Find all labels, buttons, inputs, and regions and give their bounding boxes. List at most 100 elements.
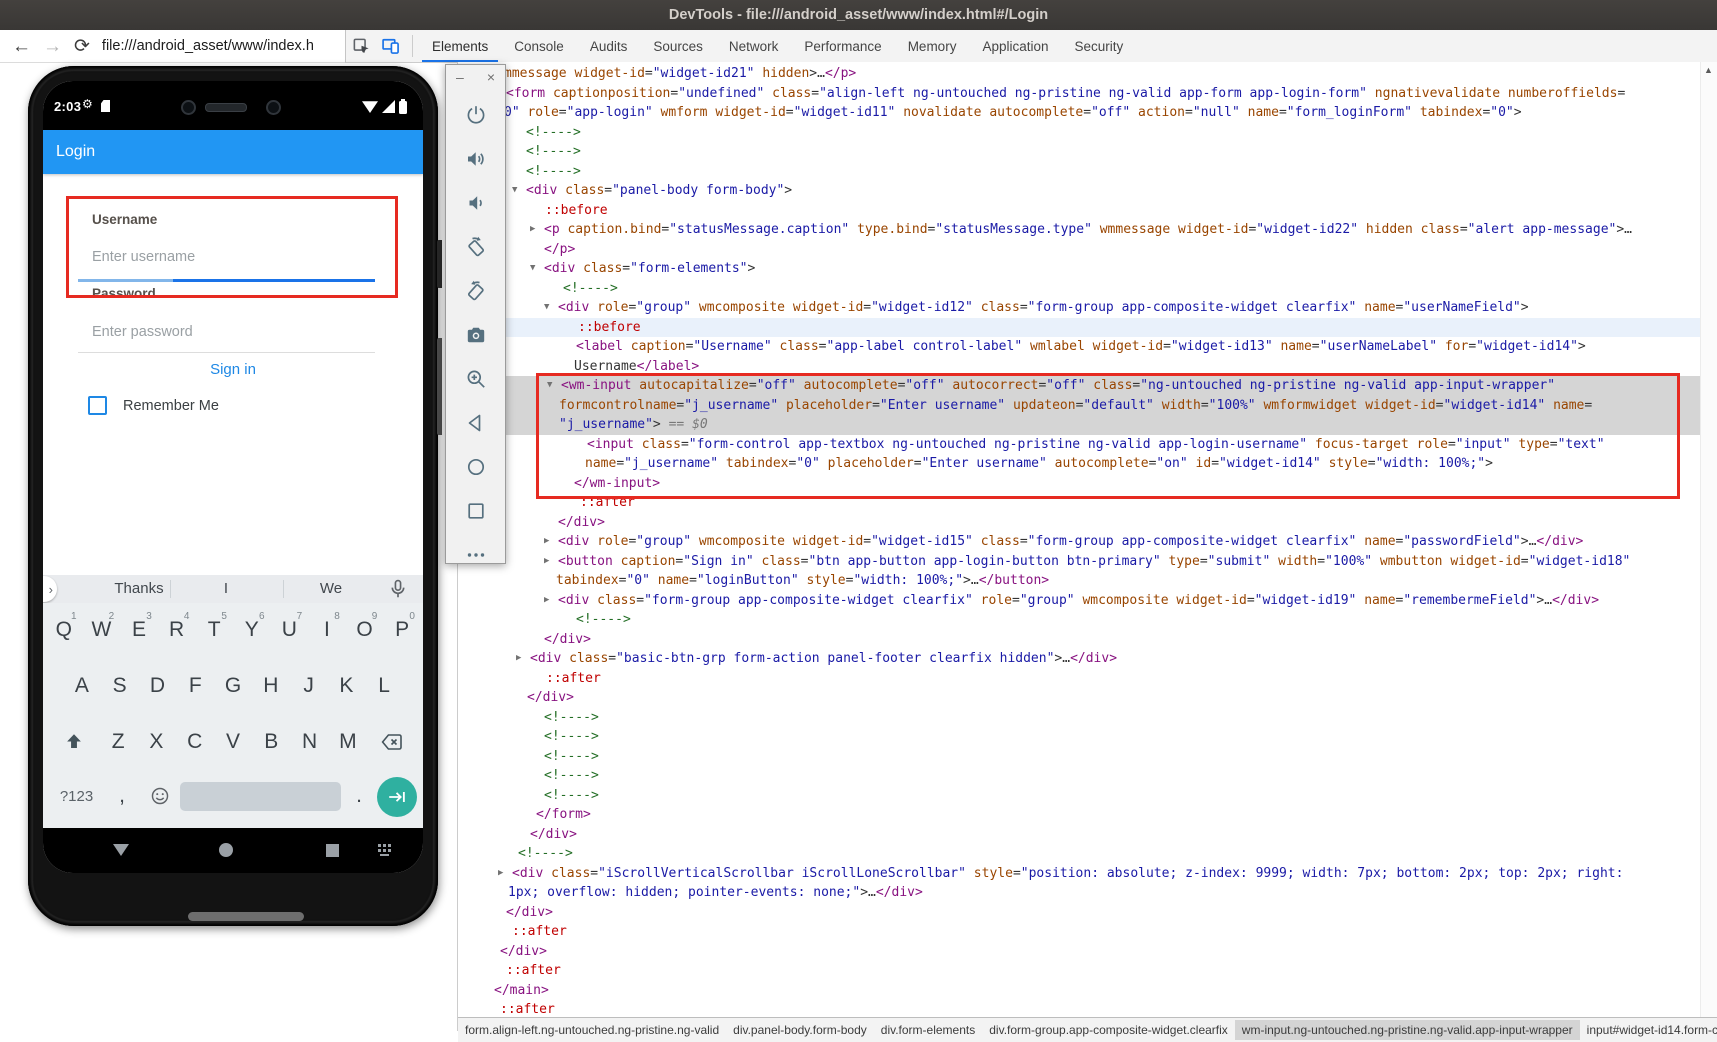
expand-arrow-icon[interactable]: ▶ [544, 552, 549, 572]
shift-icon[interactable] [49, 723, 99, 761]
expand-arrow-icon[interactable]: ▶ [544, 591, 549, 611]
suggestion-word[interactable]: Thanks [114, 575, 163, 603]
code-line[interactable]: </form> [458, 805, 1701, 825]
key-comma[interactable]: , [104, 777, 140, 815]
more-icon[interactable] [464, 543, 488, 567]
code-line[interactable]: ▶<p caption.bind="statusMessage.caption"… [458, 220, 1701, 240]
key-G[interactable]: G [214, 667, 252, 705]
code-line[interactable]: <!----> [458, 727, 1701, 747]
code-line[interactable]: <!----> [458, 747, 1701, 767]
scrollbar[interactable]: ▲ [1700, 62, 1717, 1018]
zoom-icon[interactable] [464, 367, 488, 391]
tab-memory[interactable]: Memory [895, 30, 970, 62]
volume-down-icon[interactable] [464, 191, 488, 215]
tab-performance[interactable]: Performance [791, 30, 894, 62]
expand-arrow-icon[interactable]: ▶ [530, 220, 535, 240]
screenshot-icon[interactable] [464, 323, 488, 347]
remember-checkbox[interactable] [88, 396, 107, 415]
tab-elements[interactable]: Elements [419, 30, 501, 62]
code-line[interactable]: ::after [458, 1000, 1701, 1018]
expand-arrow-icon[interactable]: ▶ [544, 532, 549, 552]
key-E[interactable]: E3 [120, 611, 158, 649]
code-line[interactable]: </div> [458, 688, 1701, 708]
key-O[interactable]: O9 [346, 611, 384, 649]
code-line[interactable]: <label caption="Username" class="app-lab… [458, 337, 1701, 357]
url-field[interactable]: file:///android_asset/www/index.h [102, 38, 314, 54]
code-line[interactable]: 1px; overflow: hidden; pointer-events: n… [458, 883, 1701, 903]
code-line[interactable]: ::after [458, 922, 1701, 942]
backspace-icon[interactable] [367, 723, 417, 761]
key-K[interactable]: K [327, 667, 365, 705]
code-line[interactable]: <form captionposition="undefined" class=… [458, 84, 1701, 104]
code-line[interactable]: </div> [458, 513, 1701, 533]
code-line[interactable]: ::before [458, 201, 1701, 221]
rotate-left-icon[interactable] [464, 235, 488, 259]
microphone-icon[interactable] [387, 578, 409, 600]
inspect-cursor-icon[interactable] [346, 30, 376, 62]
emoji-icon[interactable] [140, 777, 180, 815]
scroll-up-arrow-icon[interactable]: ▲ [1704, 65, 1713, 75]
nav-keyboard-icon[interactable] [377, 843, 395, 857]
key-Y[interactable]: Y6 [233, 611, 271, 649]
close-button[interactable]: × [487, 69, 495, 85]
back-arrow-icon[interactable]: ← [12, 37, 31, 56]
code-line[interactable]: ▶<div role="group" wmcomposite widget-id… [458, 532, 1701, 552]
code-line[interactable]: ▶<button caption="Sign in" class="btn ap… [458, 552, 1701, 572]
breadcrumb-item[interactable]: div.form-elements [874, 1020, 982, 1040]
code-line[interactable]: <!----> [458, 123, 1701, 143]
reload-icon[interactable]: ⟳ [74, 37, 90, 56]
key-I[interactable]: I8 [308, 611, 346, 649]
key-V[interactable]: V [214, 723, 252, 761]
code-line[interactable]: <!----> [458, 844, 1701, 864]
code-line[interactable]: ::before [458, 318, 1701, 338]
key-D[interactable]: D [139, 667, 177, 705]
expand-arrow-icon[interactable]: ▶ [498, 864, 503, 884]
home-icon[interactable] [464, 455, 488, 479]
expand-arrow-icon[interactable]: ▶ [516, 649, 521, 669]
code-line[interactable]: ▶<div class="form-group app-composite-wi… [458, 591, 1701, 611]
nav-home-icon[interactable] [219, 843, 233, 857]
key-period[interactable]: . [341, 777, 377, 815]
suggestion-word[interactable]: I [224, 575, 228, 603]
code-line[interactable]: 0" role="app-login" wmform widget-id="wi… [458, 103, 1701, 123]
key-S[interactable]: S [101, 667, 139, 705]
code-line[interactable]: </div> [458, 942, 1701, 962]
key-H[interactable]: H [252, 667, 290, 705]
code-line[interactable]: </p> [458, 240, 1701, 260]
code-line[interactable]: <!----> [458, 786, 1701, 806]
tab-security[interactable]: Security [1062, 30, 1137, 62]
enter-icon[interactable] [377, 777, 417, 817]
code-line[interactable]: </div> [458, 825, 1701, 845]
key-symbols[interactable]: ?123 [49, 777, 104, 815]
key-N[interactable]: N [290, 723, 328, 761]
key-M[interactable]: M [329, 723, 367, 761]
breadcrumb-item[interactable]: form.align-left.ng-untouched.ng-pristine… [458, 1020, 726, 1040]
breadcrumb-item[interactable]: div.form-group.app-composite-widget.clea… [982, 1020, 1235, 1040]
nav-recents-icon[interactable] [326, 844, 339, 857]
code-line[interactable]: ▶<div class="basic-btn-grp form-action p… [458, 649, 1701, 669]
power-icon[interactable] [464, 103, 488, 127]
code-line[interactable]: </main> [458, 981, 1701, 1001]
tab-network[interactable]: Network [716, 30, 792, 62]
key-space[interactable] [180, 782, 341, 811]
code-line[interactable]: <!----> [458, 610, 1701, 630]
code-line[interactable]: mmessage widget-id="widget-id21" hidden>… [458, 64, 1701, 84]
key-Q[interactable]: Q1 [45, 611, 83, 649]
key-Z[interactable]: Z [99, 723, 137, 761]
key-L[interactable]: L [365, 667, 403, 705]
overview-icon[interactable] [464, 499, 488, 523]
tab-sources[interactable]: Sources [640, 30, 716, 62]
collapse-arrow-icon[interactable]: ▼ [544, 298, 549, 318]
suggestion-word[interactable]: We [320, 575, 342, 603]
code-line[interactable]: ▼<div class="panel-body form-body"> [458, 181, 1701, 201]
rotate-right-icon[interactable] [464, 279, 488, 303]
back-icon[interactable] [464, 411, 488, 435]
tab-console[interactable]: Console [501, 30, 577, 62]
code-line[interactable]: <!----> [458, 708, 1701, 728]
breadcrumb-item[interactable]: div.panel-body.form-body [726, 1020, 874, 1040]
code-line[interactable]: <!----> [458, 766, 1701, 786]
collapse-arrow-icon[interactable]: ▼ [512, 181, 517, 201]
key-C[interactable]: C [176, 723, 214, 761]
suggestion-expand-chip[interactable]: › [43, 576, 57, 602]
key-X[interactable]: X [137, 723, 175, 761]
